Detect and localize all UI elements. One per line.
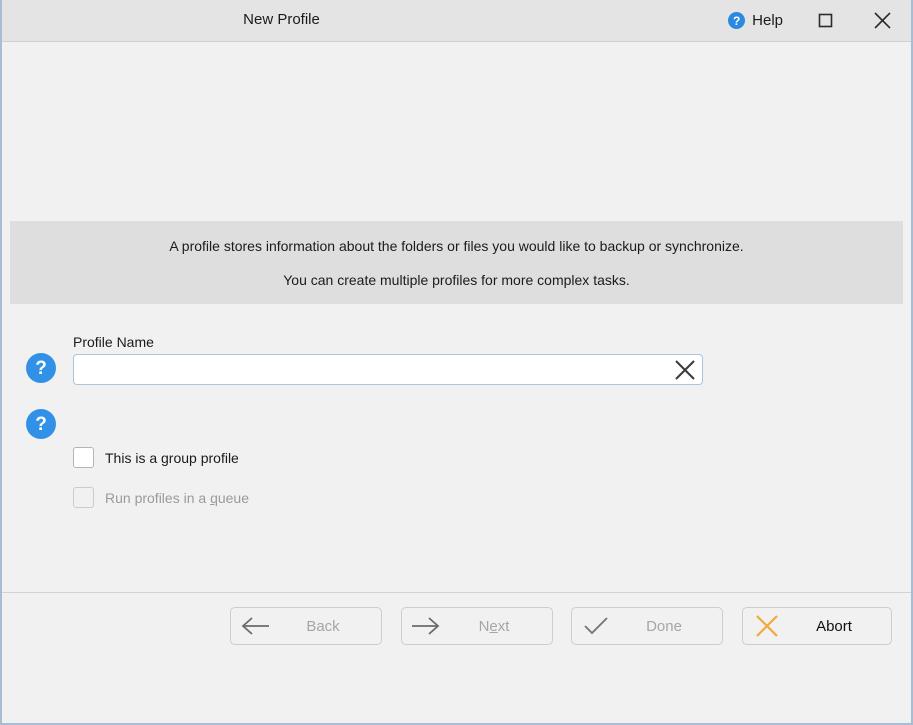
main-content: A profile stores information about the f… <box>2 42 911 659</box>
check-icon <box>572 615 620 637</box>
next-button[interactable]: Next <box>401 607 553 645</box>
run-queue-checkbox-row: Run profiles in a queue <box>73 487 249 508</box>
group-profile-help-icon[interactable]: ? <box>26 409 56 439</box>
group-profile-checkbox[interactable] <box>73 447 94 468</box>
profile-name-input[interactable] <box>74 356 668 383</box>
run-queue-checkbox <box>73 487 94 508</box>
info-banner-line-2: You can create multiple profiles for mor… <box>283 271 630 288</box>
back-button-label: Back <box>306 617 340 635</box>
question-circle-icon: ? <box>728 12 746 29</box>
title-bar: New Profile ? Help <box>2 0 911 42</box>
back-button[interactable]: Back <box>230 607 382 645</box>
info-banner-line-1: A profile stores information about the f… <box>169 237 744 254</box>
profile-name-help-icon[interactable]: ? <box>26 353 56 383</box>
run-queue-label: Run profiles in a queue <box>105 489 250 506</box>
maximize-square-icon <box>818 13 833 28</box>
footer-button-bar: Back Next Done Abort <box>2 592 911 659</box>
close-x-icon <box>874 12 891 29</box>
done-button[interactable]: Done <box>571 607 723 645</box>
profile-name-label: Profile Name <box>73 334 154 350</box>
clear-input-button[interactable] <box>668 355 702 384</box>
done-button-label: Done <box>646 617 682 635</box>
clear-x-icon <box>675 359 695 380</box>
group-profile-checkbox-row[interactable]: This is a group profile <box>73 447 239 468</box>
abort-button-label: Abort <box>816 617 852 635</box>
next-button-label: Next <box>478 617 510 635</box>
help-button[interactable]: ? Help <box>714 0 797 41</box>
maximize-button[interactable] <box>797 0 854 41</box>
new-profile-window: New Profile ? Help A profile stores info <box>0 0 913 725</box>
profile-name-field[interactable] <box>73 354 703 385</box>
close-x-icon <box>743 613 791 639</box>
title-bar-controls: ? Help <box>714 0 911 41</box>
arrow-left-icon <box>231 616 279 636</box>
abort-button[interactable]: Abort <box>742 607 892 645</box>
help-button-label: Help <box>752 12 783 29</box>
group-profile-label: This is a group profile <box>105 449 239 466</box>
info-banner: A profile stores information about the f… <box>10 221 903 304</box>
close-button[interactable] <box>854 0 911 41</box>
arrow-right-icon <box>402 616 450 636</box>
